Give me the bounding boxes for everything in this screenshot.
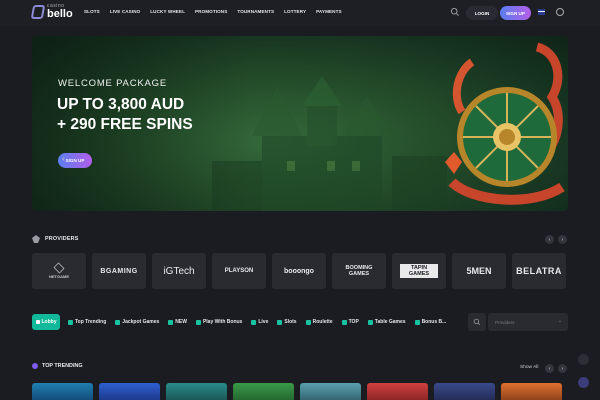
banner-headline: UP TO 3,800 AUD + 290 FREE SPINS	[57, 95, 193, 135]
tab-top[interactable]: TOP	[341, 319, 359, 325]
game-search-button[interactable]	[468, 313, 486, 331]
slots-icon	[277, 319, 283, 325]
provider-card[interactable]: BELATRA	[512, 253, 566, 289]
tab-top-trending[interactable]: Top Trending	[68, 319, 106, 325]
providers-header: PROVIDERS	[32, 235, 79, 243]
tab-bonus-buy[interactable]: Bonus B...	[414, 319, 446, 325]
nav-live-casino[interactable]: LIVE CASINO	[110, 9, 140, 14]
provider-card[interactable]: NETGAME	[32, 253, 86, 289]
providers-dropdown[interactable]: Providers ⌄	[488, 313, 568, 331]
logo-big-text: bello	[47, 8, 73, 20]
provider-card[interactable]: PLAYSON	[212, 253, 266, 289]
nav-promotions[interactable]: PROMOTIONS	[195, 9, 227, 14]
provider-card[interactable]: BGAMING	[92, 253, 146, 289]
nav-tournaments[interactable]: TOURNAMENTS	[237, 9, 274, 14]
casino-logo[interactable]: casino bello	[30, 4, 73, 20]
signup-button[interactable]: SIGN UP	[500, 6, 531, 20]
top-header: casino bello SLOTS LIVE CASINO LUCKY WHE…	[0, 0, 600, 26]
tab-slots[interactable]: Slots	[277, 319, 297, 325]
provider-card[interactable]: TAPIN GAMES	[392, 253, 446, 289]
tab-table-games[interactable]: Table Games	[367, 319, 406, 325]
search-icon	[473, 318, 481, 326]
game-card[interactable]	[166, 383, 227, 400]
jackpot-icon	[115, 319, 121, 325]
game-card[interactable]	[99, 383, 160, 400]
search-icon[interactable]	[450, 7, 460, 17]
nav-lucky-wheel[interactable]: LUCKY WHEEL	[150, 9, 185, 14]
chevron-down-icon: ⌄	[557, 318, 562, 324]
clock-icon[interactable]	[556, 8, 564, 16]
casino-page: casino bello SLOTS LIVE CASINO LUCKY WHE…	[0, 0, 600, 400]
provider-card[interactable]: BOOMING GAMES	[332, 253, 386, 289]
netgame-logo-icon	[53, 262, 65, 274]
top-trending-header: TOP TRENDING	[32, 363, 83, 369]
main-nav: SLOTS LIVE CASINO LUCKY WHEEL PROMOTIONS…	[84, 9, 342, 14]
game-card[interactable]	[233, 383, 294, 400]
banner-prev-arrow-icon[interactable]: ‹	[62, 154, 65, 163]
tab-play-with-bonus[interactable]: Play With Bonus	[195, 319, 242, 325]
dragon-wheel-illustration	[445, 42, 565, 205]
providers-icon	[32, 235, 40, 243]
nav-slots[interactable]: SLOTS	[84, 9, 100, 14]
login-button[interactable]: LOGIN	[466, 6, 498, 20]
roulette-icon	[305, 319, 311, 325]
trending-next-button[interactable]: ›	[558, 364, 567, 373]
trending-badge-icon	[32, 363, 38, 369]
lobby-icon	[35, 320, 40, 324]
nav-payments[interactable]: PAYMENTS	[316, 9, 342, 14]
language-flag-icon[interactable]	[538, 9, 545, 15]
new-icon	[168, 319, 174, 325]
trending-games-row	[32, 383, 568, 400]
welcome-package-label: WELCOME PACKAGE	[58, 78, 167, 89]
nav-lottery[interactable]: LOTTERY	[284, 9, 306, 14]
welcome-banner[interactable]: WELCOME PACKAGE UP TO 3,800 AUD + 290 FR…	[32, 36, 568, 211]
top-icon	[341, 319, 347, 325]
game-card[interactable]	[434, 383, 495, 400]
tab-roulette[interactable]: Roulette	[305, 319, 333, 325]
bonus-buy-icon	[414, 319, 420, 325]
trending-icon	[68, 319, 73, 325]
provider-card[interactable]: booongo	[272, 253, 326, 289]
providers-title: PROVIDERS	[45, 236, 79, 242]
tab-jackpot-games[interactable]: Jackpot Games	[115, 319, 159, 325]
table-games-icon	[367, 319, 373, 325]
providers-row: NETGAME BGAMING iGTech PLAYSON booongo B…	[32, 253, 568, 289]
provider-card[interactable]: iGTech	[152, 253, 206, 289]
trending-prev-button[interactable]: ‹	[545, 364, 554, 373]
tab-lobby[interactable]: Lobby	[32, 314, 60, 330]
bonus-icon	[195, 319, 201, 325]
chat-icon[interactable]	[578, 377, 589, 388]
game-card[interactable]	[501, 383, 562, 400]
game-card[interactable]	[300, 383, 361, 400]
show-all-link[interactable]: Show All	[520, 365, 538, 370]
live-icon	[251, 319, 257, 325]
providers-prev-button[interactable]: ‹	[545, 235, 554, 244]
tab-new[interactable]: NEW	[168, 319, 187, 325]
lock-icon[interactable]	[578, 354, 589, 365]
tab-live[interactable]: Live	[251, 319, 268, 325]
headline-line-2: + 290 FREE SPINS	[57, 116, 193, 133]
game-card[interactable]	[367, 383, 428, 400]
headline-line-1: UP TO 3,800 AUD	[57, 96, 185, 113]
provider-card[interactable]: 5MEN	[452, 253, 506, 289]
top-trending-title: TOP TRENDING	[42, 363, 83, 369]
game-card[interactable]	[32, 383, 93, 400]
logo-mark-icon	[30, 5, 46, 19]
providers-next-button[interactable]: ›	[558, 235, 567, 244]
